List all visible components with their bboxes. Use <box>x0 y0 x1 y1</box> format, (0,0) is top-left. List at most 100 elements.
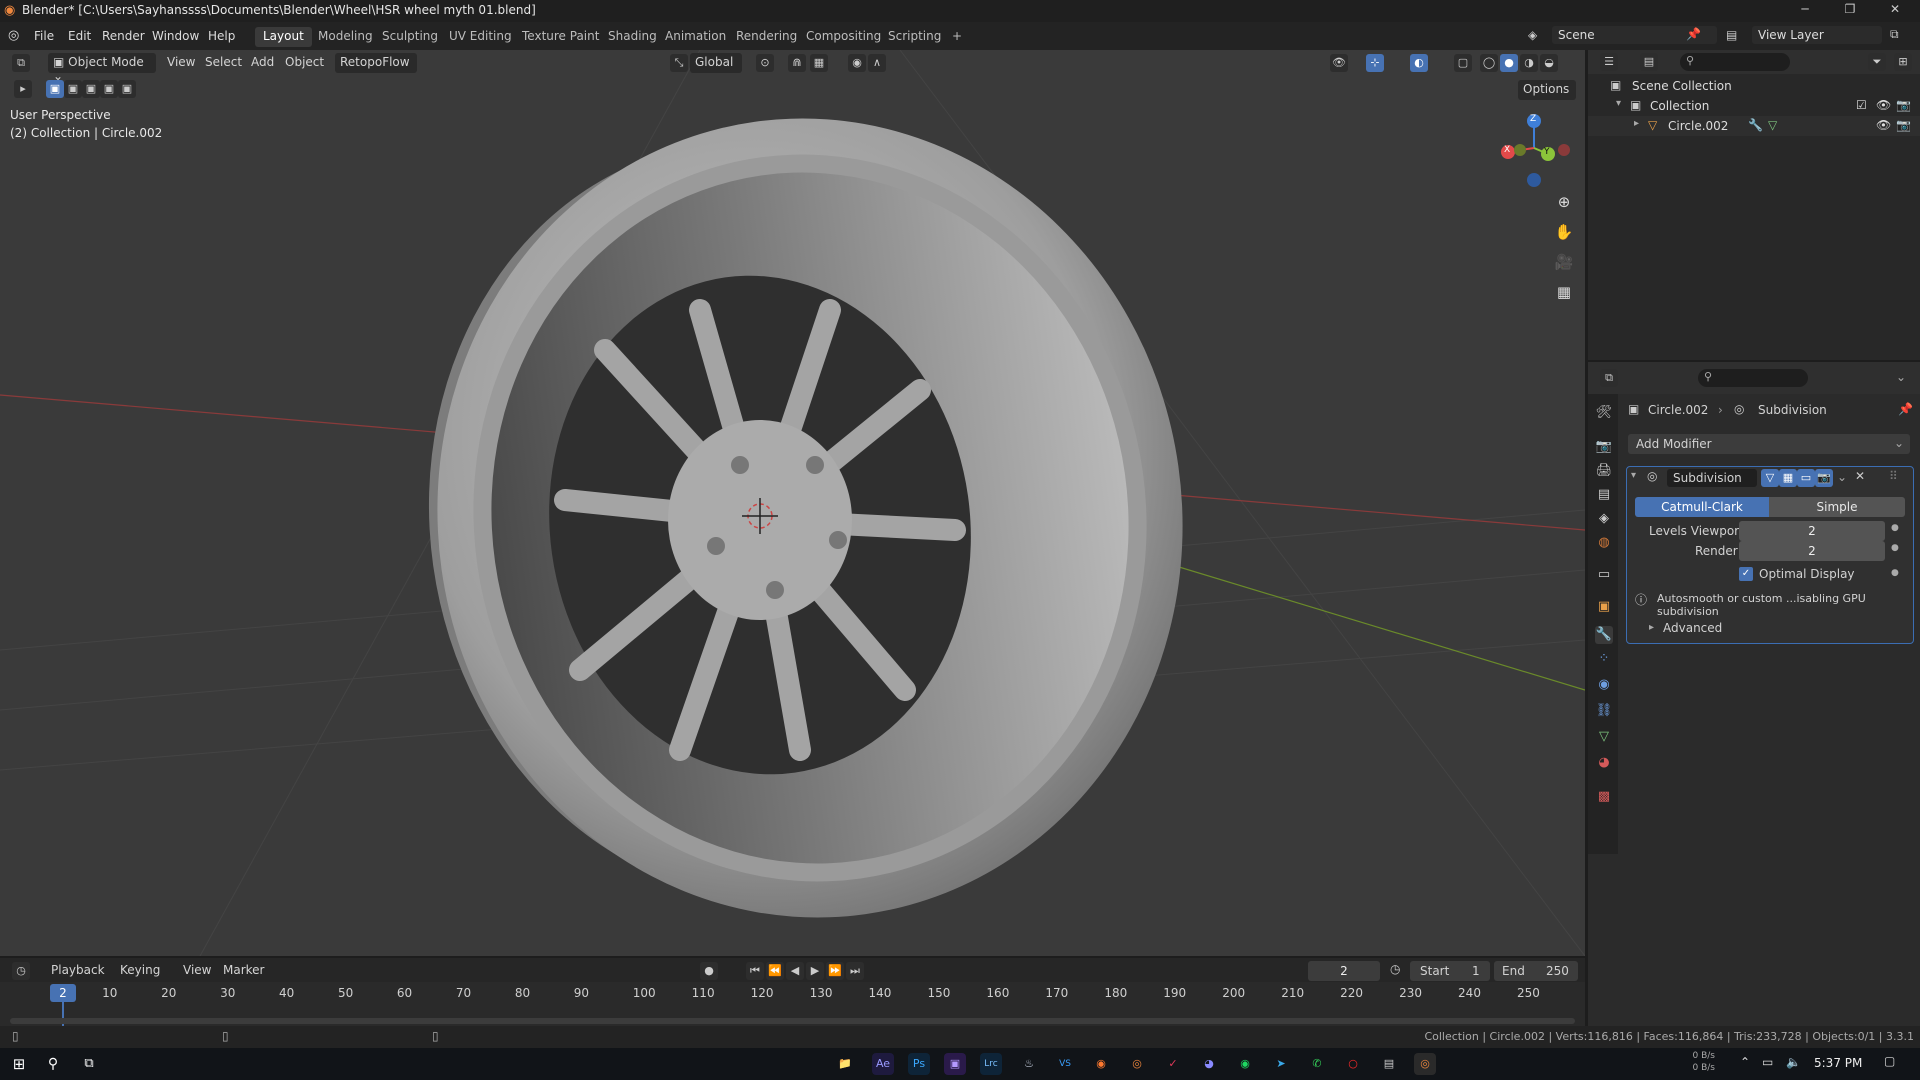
pin-icon[interactable]: 📌 <box>1898 402 1913 416</box>
expand-icon[interactable]: ▾ <box>1616 98 1621 109</box>
notification-icon[interactable]: ▢ <box>1884 1054 1895 1068</box>
outliner-search-input[interactable]: ⚲ <box>1680 53 1790 71</box>
advanced-section[interactable]: Advanced <box>1663 621 1722 635</box>
tab-uv-editing[interactable]: UV Editing <box>441 27 520 47</box>
levels-viewport-field[interactable]: 2 <box>1739 521 1885 541</box>
after-effects-icon[interactable]: Ae <box>872 1053 894 1075</box>
3d-viewport[interactable]: User Perspective (2) Collection | Circle… <box>0 50 1585 956</box>
opera-icon[interactable]: ○ <box>1342 1053 1364 1075</box>
catmull-clark-button[interactable]: Catmull-Clark <box>1635 497 1769 517</box>
tab-sculpting[interactable]: Sculpting <box>374 27 446 47</box>
properties-search-input[interactable]: ⚲ <box>1698 369 1808 387</box>
task-view-icon[interactable]: ⧉ <box>78 1053 100 1075</box>
add-workspace-button[interactable]: + <box>944 27 970 47</box>
rendered-shading-icon[interactable]: ◒ <box>1540 54 1558 72</box>
chevron-down-icon[interactable]: ⌄ <box>1896 370 1906 384</box>
eye-icon[interactable]: 👁 <box>1876 98 1891 112</box>
whatsapp-icon[interactable]: ✆ <box>1306 1053 1328 1075</box>
tool-tab-icon[interactable]: 🛠 <box>1595 404 1613 422</box>
camera-icon[interactable]: 📷 <box>1896 118 1911 132</box>
new-view-layer-icon[interactable]: ⧉ <box>1890 27 1899 42</box>
outliner-row-collection[interactable]: ▾ ▣ Collection ☑ 👁 📷 <box>1588 96 1920 116</box>
gizmo-toggle-icon[interactable]: ⊹ <box>1366 54 1384 72</box>
xray-icon[interactable]: ▢ <box>1454 54 1472 72</box>
falloff-icon[interactable]: ∧ <box>868 54 886 72</box>
menu-edit[interactable]: Edit <box>68 29 91 43</box>
clock[interactable]: 5:37 PM <box>1814 1056 1862 1070</box>
view-layer-tab-icon[interactable]: ▤ <box>1595 486 1613 504</box>
keyframe-dot-icon[interactable]: ● <box>1891 568 1899 578</box>
volume-icon[interactable]: 🔈 <box>1786 1055 1801 1069</box>
firefox-icon[interactable]: ◉ <box>1090 1053 1112 1075</box>
select-invert-icon[interactable]: ▣ <box>100 80 118 98</box>
mode-selector[interactable]: ▣ Object Mode ⌄ <box>48 53 156 83</box>
expand-icon[interactable]: ▸ <box>1649 622 1654 633</box>
select-tool-icon[interactable]: ▸ <box>14 80 32 98</box>
viewport-menu-view[interactable]: View <box>162 53 200 73</box>
keyframe-dot-icon[interactable]: ● <box>1891 523 1899 533</box>
menu-help[interactable]: Help <box>208 29 235 43</box>
navigation-gizmo[interactable]: Z X Y <box>1490 110 1570 190</box>
camera-view-icon[interactable]: 🎥 <box>1552 250 1576 274</box>
windows-start-icon[interactable]: ⊞ <box>8 1053 30 1075</box>
collection-tab-icon[interactable]: ▭ <box>1595 566 1613 584</box>
maximize-button[interactable]: ❐ <box>1835 2 1865 20</box>
scene-pin-icon[interactable]: 📌 <box>1686 27 1701 41</box>
particles-tab-icon[interactable]: ⁘ <box>1595 650 1613 668</box>
vscode-icon[interactable]: VS <box>1054 1053 1076 1075</box>
eye-icon[interactable]: 👁 <box>1876 118 1891 132</box>
mesh-data-icon[interactable]: ▽ <box>1768 118 1777 132</box>
spotify-icon[interactable]: ◉ <box>1234 1053 1256 1075</box>
search-icon[interactable]: ⚲ <box>42 1053 64 1075</box>
physics-tab-icon[interactable]: ◉ <box>1595 676 1613 694</box>
constraints-tab-icon[interactable]: ⛓ <box>1595 702 1613 720</box>
editor-type-icon[interactable]: ⧉ <box>12 54 30 72</box>
steam-icon[interactable]: ♨ <box>1018 1053 1040 1075</box>
photoshop-icon[interactable]: Ps <box>908 1053 930 1075</box>
view-layer-selector[interactable]: View Layer <box>1752 26 1882 44</box>
viewport-menu-select[interactable]: Select <box>200 53 247 73</box>
close-button[interactable]: ✕ <box>1880 2 1910 20</box>
keyframe-dot-icon[interactable]: ● <box>1891 543 1899 553</box>
filter-icon[interactable]: ⏷ <box>1868 53 1886 71</box>
zoom-icon[interactable]: ⊕ <box>1552 190 1576 214</box>
tab-scripting[interactable]: Scripting <box>880 27 949 47</box>
material-shading-icon[interactable]: ◑ <box>1520 54 1538 72</box>
snap-icon[interactable]: ⋒ <box>788 54 806 72</box>
collapse-icon[interactable]: ▾ <box>1631 470 1636 481</box>
discord-icon[interactable]: ◕ <box>1198 1053 1220 1075</box>
viewport-toggle-icon[interactable]: ▭ <box>1797 469 1815 487</box>
transform-orientation-icon[interactable]: ⤡ <box>670 54 688 72</box>
chevron-down-icon[interactable]: ⌄ <box>1837 470 1847 484</box>
edit-mode-toggle-icon[interactable]: ▽ <box>1761 469 1779 487</box>
lightroom-icon[interactable]: Lrc <box>980 1053 1002 1075</box>
playhead[interactable]: 2 <box>50 984 76 1002</box>
ortho-grid-icon[interactable]: ▦ <box>1552 280 1576 304</box>
render-toggle-icon[interactable]: 📷 <box>1815 469 1833 487</box>
outliner-editor-icon[interactable]: ☰ <box>1600 53 1618 71</box>
render-levels-field[interactable]: 2 <box>1739 541 1885 561</box>
properties-editor-icon[interactable]: ⧉ <box>1600 369 1618 387</box>
tab-layout[interactable]: Layout <box>255 27 312 47</box>
telegram-icon[interactable]: ➤ <box>1270 1053 1292 1075</box>
overlay-toggle-icon[interactable]: ◐ <box>1410 54 1428 72</box>
outliner-row-scene-collection[interactable]: ▣ Scene Collection <box>1588 76 1920 96</box>
select-subtract-icon[interactable]: ▣ <box>82 80 100 98</box>
simple-button[interactable]: Simple <box>1769 497 1905 517</box>
modifier-wrench-icon[interactable]: 🔧 <box>1748 118 1763 132</box>
blender-menu-icon[interactable]: ◎ <box>8 28 19 43</box>
render-tab-icon[interactable]: 📷 <box>1595 438 1613 456</box>
scene-icon[interactable]: ◈ <box>1528 28 1537 42</box>
snap-target-icon[interactable]: ▦ <box>810 54 828 72</box>
proportional-edit-icon[interactable]: ◉ <box>848 54 866 72</box>
visibility-icon[interactable]: 👁 <box>1330 54 1348 72</box>
minimize-button[interactable]: ─ <box>1790 2 1820 20</box>
app-check-icon[interactable]: ✓ <box>1162 1053 1184 1075</box>
output-tab-icon[interactable]: 🖨 <box>1595 462 1613 480</box>
drag-handle-icon[interactable]: ⠿ <box>1889 469 1898 483</box>
cage-toggle-icon[interactable]: ▦ <box>1779 469 1797 487</box>
menu-window[interactable]: Window <box>152 29 199 43</box>
retopoflow-menu[interactable]: RetopoFlow <box>335 53 417 73</box>
select-new-icon[interactable]: ▣ <box>46 80 64 98</box>
optimal-display-checkbox[interactable]: ✓ <box>1739 567 1753 581</box>
